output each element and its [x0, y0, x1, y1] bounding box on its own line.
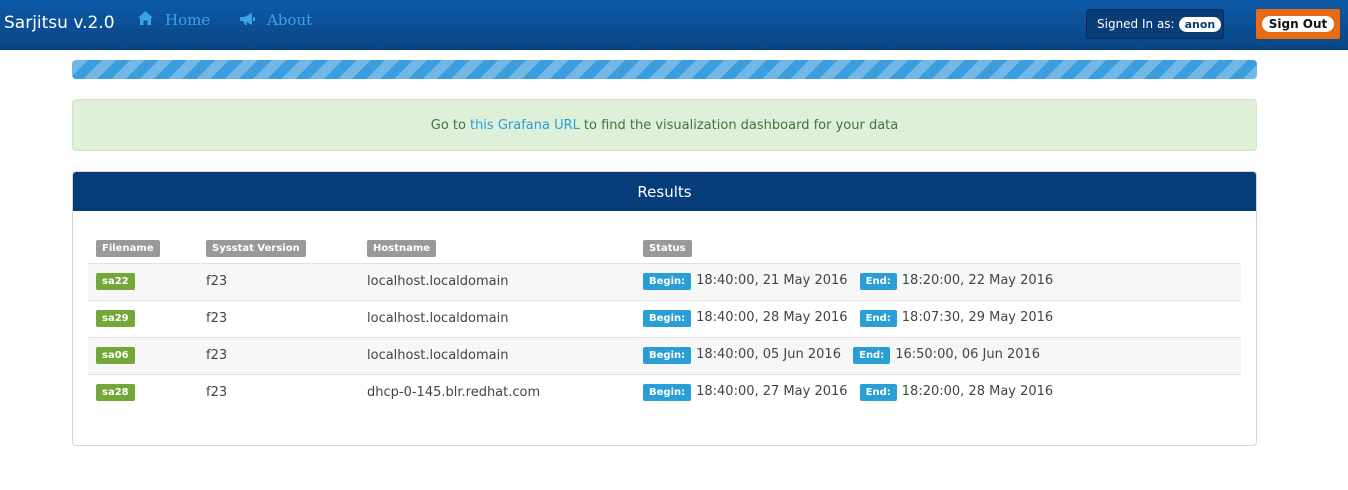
- table-header-row: Filename Sysstat Version Hostname Status: [88, 228, 1241, 263]
- end-time: 18:20:00, 22 May 2016: [901, 273, 1054, 288]
- begin-time: 18:40:00, 05 Jun 2016: [696, 347, 841, 362]
- home-icon: [138, 11, 165, 29]
- begin-time: 18:40:00, 28 May 2016: [696, 310, 848, 325]
- sign-out-button[interactable]: Sign Out: [1261, 16, 1335, 32]
- end-badge: End:: [859, 310, 897, 327]
- table-row: sa28 f23 dhcp-0-145.blr.redhat.com Begin…: [88, 373, 1241, 411]
- progress-bar: [72, 60, 1257, 79]
- user-badge: anon: [1178, 16, 1222, 32]
- status-cell: Begin: 18:40:00, 21 May 2016 End: 18:20:00…: [635, 262, 1241, 300]
- end-time: 18:07:30, 29 May 2016: [901, 310, 1054, 325]
- nav-home-link[interactable]: Home: [138, 11, 210, 29]
- signed-in-label: Signed In as:: [1097, 17, 1175, 31]
- begin-badge: Begin:: [643, 310, 692, 327]
- begin-badge: Begin:: [643, 273, 692, 290]
- begin-time: 18:40:00, 21 May 2016: [696, 273, 848, 288]
- hostname-cell: localhost.localdomain: [359, 262, 635, 300]
- sysstat-version-cell: f23: [198, 373, 359, 411]
- top-navbar: Sarjitsu v.2.0 Home About Signed In as: …: [0, 0, 1348, 50]
- hostname-cell: localhost.localdomain: [359, 299, 635, 337]
- hostname-cell: localhost.localdomain: [359, 336, 635, 374]
- status-cell: Begin: 18:40:00, 27 May 2016 End: 18:20:00…: [635, 373, 1241, 411]
- results-table: Filename Sysstat Version Hostname Status…: [88, 228, 1241, 411]
- alert-suffix: to find the visualization dashboard for …: [583, 117, 899, 133]
- table-row: sa29 f23 localhost.localdomain Begin: 18:…: [88, 299, 1241, 337]
- begin-badge: Begin:: [643, 347, 692, 364]
- nav-about-link[interactable]: About: [240, 11, 312, 29]
- grafana-url-link[interactable]: this Grafana URL: [470, 118, 580, 133]
- filename-badge[interactable]: sa06: [96, 347, 135, 364]
- end-badge: End:: [859, 384, 897, 402]
- nav-home-label: Home: [165, 11, 211, 29]
- end-time: 16:50:00, 06 Jun 2016: [895, 347, 1041, 362]
- megaphone-icon: [240, 11, 267, 29]
- end-badge: End:: [853, 347, 891, 364]
- begin-badge: Begin:: [643, 384, 692, 402]
- sysstat-version-cell: f23: [198, 262, 359, 300]
- results-heading: Results: [73, 172, 1256, 211]
- status-cell: Begin: 18:40:00, 05 Jun 2016 End: 16:50:00…: [635, 336, 1241, 374]
- table-row: sa22 f23 localhost.localdomain Begin: 18:…: [88, 262, 1241, 300]
- column-header-filename: Filename: [96, 240, 160, 257]
- column-header-hostname: Hostname: [367, 240, 437, 257]
- results-panel: Results Filename Sysstat Version Hostnam…: [72, 171, 1257, 446]
- signed-in-indicator: Signed In as: anon: [1086, 9, 1224, 39]
- nav-about-label: About: [267, 11, 313, 29]
- filename-badge[interactable]: sa29: [96, 310, 135, 327]
- sysstat-version-cell: f23: [198, 336, 359, 374]
- table-row: sa06 f23 localhost.localdomain Begin: 18:…: [88, 336, 1241, 374]
- column-header-sysstat-version: Sysstat Version: [206, 240, 306, 257]
- filename-badge[interactable]: sa22: [96, 273, 135, 290]
- hostname-cell: dhcp-0-145.blr.redhat.com: [359, 373, 635, 411]
- begin-time: 18:40:00, 27 May 2016: [696, 384, 848, 400]
- grafana-alert: Go to this Grafana URL to find the visua…: [72, 99, 1257, 151]
- sign-out-container: Sign Out: [1256, 9, 1340, 39]
- sysstat-version-cell: f23: [198, 299, 359, 337]
- app-brand[interactable]: Sarjitsu v.2.0: [4, 13, 115, 33]
- filename-badge[interactable]: sa28: [96, 384, 135, 402]
- end-badge: End:: [859, 273, 897, 290]
- status-cell: Begin: 18:40:00, 28 May 2016 End: 18:07:30…: [635, 299, 1241, 337]
- column-header-status: Status: [643, 240, 692, 257]
- end-time: 18:20:00, 28 May 2016: [901, 384, 1054, 400]
- alert-prefix: Go to: [430, 117, 466, 133]
